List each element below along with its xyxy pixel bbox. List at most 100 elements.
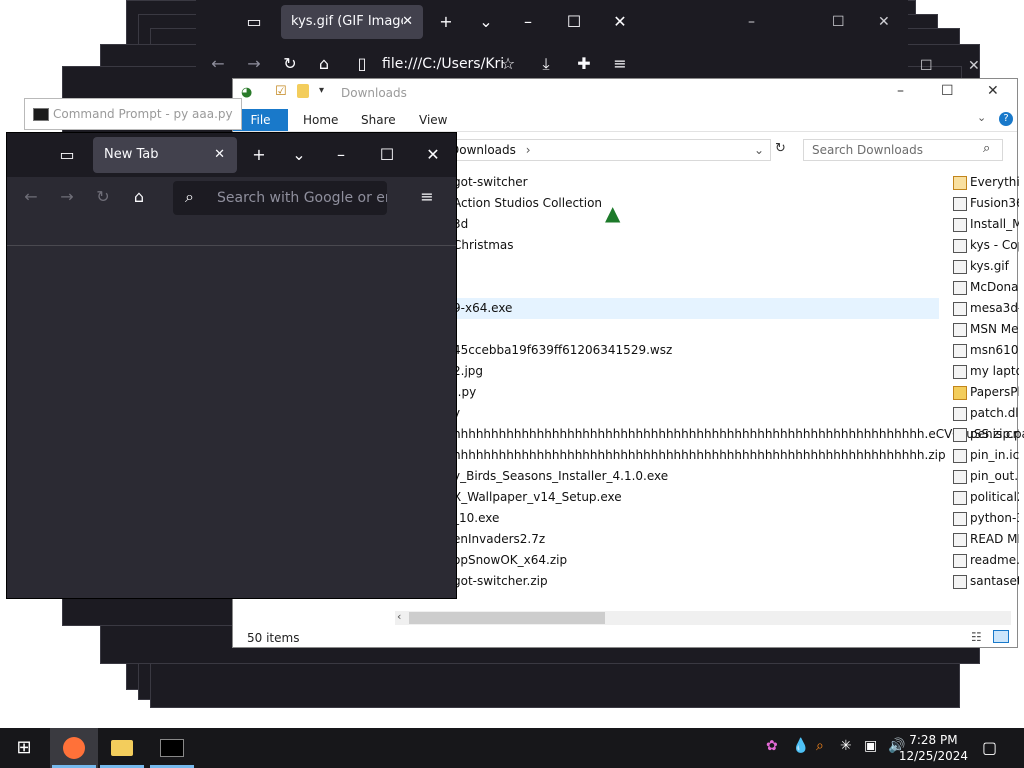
close-tab-icon[interactable]: ✕ xyxy=(402,5,413,39)
network-icon[interactable]: ▣ xyxy=(864,738,877,754)
list-item[interactable]: got-switcher.zip xyxy=(453,571,548,592)
list-item[interactable]: opSnowOK_x64.zip xyxy=(453,550,567,571)
list-item[interactable]: Christmas xyxy=(453,235,514,256)
firefox-taskbar-icon[interactable] xyxy=(50,728,98,768)
list-item[interactable]: Fusion36 xyxy=(953,193,1019,214)
search-input[interactable]: Search Downloads xyxy=(803,139,1003,161)
list-item[interactable]: political2 xyxy=(953,487,1019,508)
clock[interactable]: 7:28 PM 12/25/2024 xyxy=(899,732,968,764)
list-item[interactable]: hhhhhhhhhhhhhhhhhhhhhhhhhhhhhhhhhhhhhhhh… xyxy=(453,445,946,466)
list-item[interactable]: mesa3d- xyxy=(953,298,1019,319)
list-item[interactable]: _10.exe xyxy=(453,508,499,529)
new-tab-icon[interactable]: + xyxy=(243,139,275,171)
list-item[interactable]: santasetu xyxy=(953,571,1019,592)
ribbon-tab-home[interactable]: Home xyxy=(303,109,338,131)
address-dropdown-icon[interactable]: ⌄ xyxy=(754,140,764,160)
list-item[interactable]: McDona xyxy=(953,277,1019,298)
list-item[interactable]: penis.crt xyxy=(953,424,1019,445)
list-item[interactable]: hhhhhhhhhhhhhhhhhhhhhhhhhhhhhhhhhhhhhhhh… xyxy=(453,424,1024,445)
list-item[interactable]: PapersPl xyxy=(953,382,1019,403)
list-item[interactable]: kys.gif xyxy=(953,256,1019,277)
list-item[interactable]: X_Wallpaper_v14_Setup.exe xyxy=(453,487,622,508)
cmd-taskbar-icon[interactable] xyxy=(148,728,196,768)
file-icon xyxy=(953,280,967,295)
menu-icon[interactable]: ≡ xyxy=(411,181,443,213)
list-item[interactable]: got-switcher xyxy=(453,172,528,193)
menu-icon[interactable]: ≡ xyxy=(604,48,636,80)
extensions-icon[interactable]: ✚ xyxy=(568,48,600,80)
tray-drop-icon[interactable]: 💧 xyxy=(792,738,809,754)
tab-new-tab[interactable]: New Tab ✕ xyxy=(93,137,237,173)
tab-overview-icon[interactable]: ▭ xyxy=(51,139,83,171)
reload-icon[interactable]: ↻ xyxy=(274,48,306,80)
downloads-icon[interactable]: ⤓ xyxy=(530,48,562,80)
chevron-down-icon[interactable]: ⌄ xyxy=(470,6,502,38)
scrollbar-thumb[interactable] xyxy=(409,612,605,624)
command-prompt-window[interactable]: Command Prompt - py aaa.py xyxy=(24,98,242,130)
minimize-icon[interactable]: – xyxy=(325,139,357,171)
list-item[interactable]: Action Studios Collection xyxy=(453,193,602,214)
list-item[interactable]: y_Birds_Seasons_Installer_4.1.0.exe xyxy=(453,466,668,487)
list-item[interactable]: python-3 xyxy=(953,508,1019,529)
list-item[interactable]: enInvaders2.7z xyxy=(453,529,545,550)
list-item[interactable]: patch.dll xyxy=(953,403,1019,424)
back-icon[interactable]: ← xyxy=(202,48,234,80)
horizontal-scrollbar[interactable]: ‹ xyxy=(395,610,1011,625)
properties-icon[interactable]: ☑ xyxy=(275,84,287,99)
new-tab-icon[interactable]: + xyxy=(430,6,462,38)
list-item[interactable]: 45ccebba19f639ff61206341529.wsz xyxy=(453,340,672,361)
forward-icon[interactable]: → xyxy=(238,48,270,80)
tab-overview-icon[interactable]: ▭ xyxy=(238,6,270,38)
ribbon-tab-view[interactable]: View xyxy=(419,109,447,131)
list-item[interactable]: my lapto xyxy=(953,361,1019,382)
tray-snowflake-icon[interactable]: ✳ xyxy=(840,738,852,754)
close-window-icon[interactable]: ✕ xyxy=(417,139,449,171)
list-item[interactable]: msn6101 xyxy=(953,340,1019,361)
list-item[interactable]: MSN Me xyxy=(953,319,1019,340)
bookmark-star-icon[interactable]: ☆ xyxy=(492,48,524,80)
list-item[interactable]: readme.t xyxy=(953,550,1019,571)
list-item[interactable]: Everythin xyxy=(953,172,1019,193)
maximize-icon[interactable]: ☐ xyxy=(371,139,403,171)
scroll-left-icon[interactable]: ‹ xyxy=(397,610,401,623)
windows-start-icon[interactable]: ⊞ xyxy=(0,728,48,768)
explorer-close-icon[interactable]: ✕ xyxy=(987,83,999,99)
tray-app-icon[interactable]: ✿ xyxy=(766,738,778,754)
notifications-icon[interactable]: ▢ xyxy=(982,738,997,757)
maximize-icon[interactable]: ☐ xyxy=(558,6,590,38)
help-icon[interactable]: ? xyxy=(999,112,1013,126)
tray-search-icon[interactable]: ⌕ xyxy=(816,738,824,754)
list-item-selected[interactable]: 9-x64.exe xyxy=(453,298,939,319)
large-icons-view-icon[interactable] xyxy=(993,630,1009,643)
home-icon[interactable]: ⌂ xyxy=(123,181,155,213)
close-window-icon[interactable]: ✕ xyxy=(604,6,636,38)
quick-access-icon[interactable]: ◕ xyxy=(241,85,252,100)
tab-kys-gif[interactable]: kys.gif (GIF Image, 1 ✕ xyxy=(281,5,423,39)
refresh-icon[interactable]: ↻ xyxy=(775,141,786,156)
file-icon xyxy=(953,259,967,274)
list-item[interactable]: Install_M xyxy=(953,214,1019,235)
details-view-icon[interactable]: ☷ xyxy=(971,630,982,644)
customize-qat-icon[interactable]: ▾ xyxy=(319,85,324,96)
ribbon-expand-icon[interactable]: ⌄ xyxy=(977,111,986,124)
chevron-down-icon[interactable]: ⌄ xyxy=(283,139,315,171)
list-item[interactable]: pin_out.i xyxy=(953,466,1019,487)
search-input[interactable]: Search with Google or ente xyxy=(173,181,387,215)
minimize-icon[interactable]: – xyxy=(512,6,544,38)
list-item[interactable]: 2.jpg xyxy=(453,361,483,382)
list-item[interactable]: READ ME xyxy=(953,529,1019,550)
explorer-minimize-icon[interactable]: – xyxy=(897,83,904,99)
list-item-label: my lapto xyxy=(970,364,1019,378)
back-icon[interactable]: ← xyxy=(15,181,47,213)
file-explorer-taskbar-icon[interactable] xyxy=(98,728,146,768)
file-icon xyxy=(953,301,967,316)
forward-icon[interactable]: → xyxy=(51,181,83,213)
explorer-maximize-icon[interactable]: ☐ xyxy=(941,83,954,99)
address-bar[interactable]: Downloads › ⌄ xyxy=(413,139,771,161)
ribbon-tab-share[interactable]: Share xyxy=(361,109,396,131)
reload-icon[interactable]: ↻ xyxy=(87,181,119,213)
list-item[interactable]: pin_in.ic xyxy=(953,445,1019,466)
home-icon[interactable]: ⌂ xyxy=(308,48,340,80)
list-item[interactable]: kys - Cop xyxy=(953,235,1019,256)
close-tab-icon[interactable]: ✕ xyxy=(214,137,225,173)
